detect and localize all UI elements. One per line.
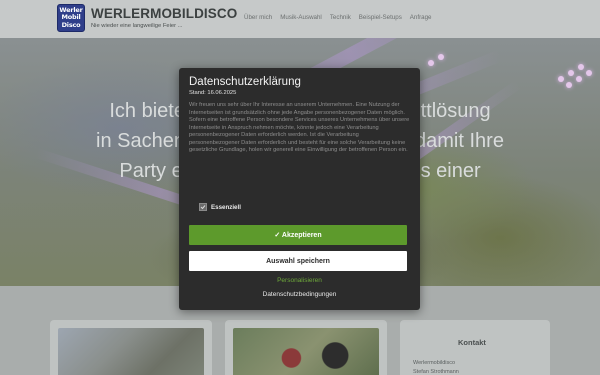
save-selection-button[interactable]: Auswahl speichern bbox=[189, 251, 407, 271]
dialog-title: Datenschutzerklärung bbox=[189, 76, 301, 88]
privacy-terms-link[interactable]: Datenschutzbedingungen bbox=[179, 291, 420, 298]
essential-checkbox-label[interactable]: Essenziell bbox=[211, 204, 241, 211]
dialog-date: Stand: 16.06.2025 bbox=[189, 90, 237, 96]
consent-dialog: Datenschutzerklärung Stand: 16.06.2025 W… bbox=[179, 68, 420, 310]
accept-button[interactable]: ✓ Akzeptieren bbox=[189, 225, 407, 245]
personalize-link[interactable]: Personalisieren bbox=[179, 277, 420, 284]
check-icon bbox=[200, 205, 206, 210]
essential-checkbox[interactable] bbox=[199, 203, 207, 211]
dialog-body-text: Wir freuen uns sehr über Ihr Interesse a… bbox=[189, 102, 410, 153]
